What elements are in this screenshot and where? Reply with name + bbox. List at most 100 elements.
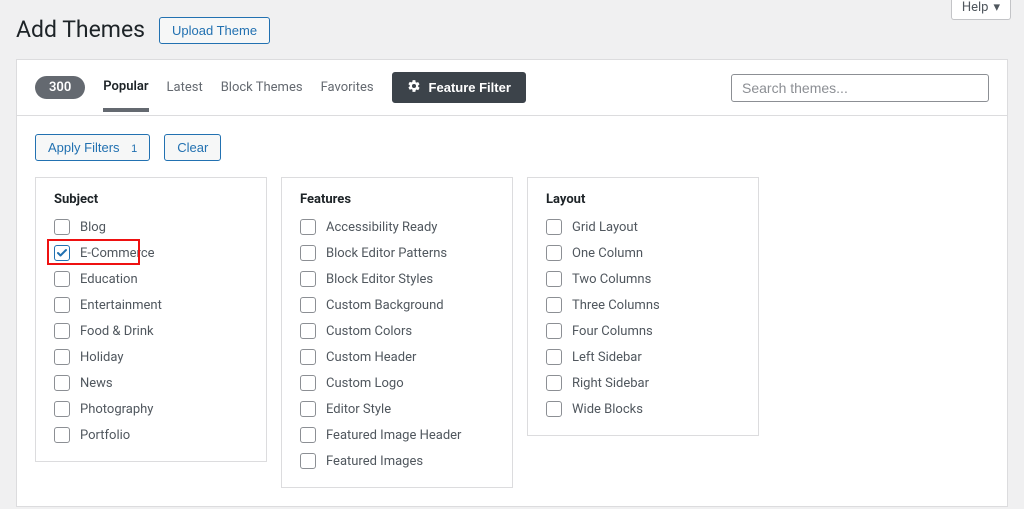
checkbox[interactable] [54,375,70,391]
filter-option-e-commerce[interactable]: E-Commerce [54,245,248,261]
checkbox[interactable] [546,349,562,365]
filter-option-custom-header[interactable]: Custom Header [300,349,494,365]
filter-option-label: E-Commerce [80,246,155,261]
filter-option-label: Custom Header [326,350,416,365]
filter-option-label: Wide Blocks [572,402,643,417]
tab-block-themes[interactable]: Block Themes [221,80,303,95]
tab-latest[interactable]: Latest [167,80,203,95]
filter-option-label: Education [80,272,138,287]
checkbox[interactable] [300,323,316,339]
filter-option-accessibility-ready[interactable]: Accessibility Ready [300,219,494,235]
checkbox[interactable] [546,245,562,261]
checkbox[interactable] [54,401,70,417]
filter-option-three-columns[interactable]: Three Columns [546,297,740,313]
checkbox[interactable] [300,297,316,313]
filter-option-education[interactable]: Education [54,271,248,287]
filter-option-custom-background[interactable]: Custom Background [300,297,494,313]
filter-option-wide-blocks[interactable]: Wide Blocks [546,401,740,417]
checkbox[interactable] [54,349,70,365]
upload-theme-button[interactable]: Upload Theme [159,17,270,44]
feature-filter-button[interactable]: Feature Filter [392,72,526,103]
filter-column-subject: Subject Blog E-Commerce Education Entertain… [35,177,267,462]
checkbox[interactable] [546,323,562,339]
filter-option-label: Custom Colors [326,324,412,339]
filter-option-label: Featured Images [326,454,423,469]
filter-option-left-sidebar[interactable]: Left Sidebar [546,349,740,365]
apply-filters-count: 1 [131,143,137,155]
checkbox[interactable] [300,375,316,391]
checkbox[interactable] [54,271,70,287]
checkbox[interactable] [54,297,70,313]
tab-favorites[interactable]: Favorites [321,80,374,95]
filter-option-right-sidebar[interactable]: Right Sidebar [546,375,740,391]
filter-option-holiday[interactable]: Holiday [54,349,248,365]
filter-option-custom-colors[interactable]: Custom Colors [300,323,494,339]
help-toggle[interactable]: Help ▾ [951,0,1011,20]
filter-option-label: Two Columns [572,272,651,287]
filter-column-layout: Layout Grid Layout One Column Two Columns T… [527,177,759,436]
checkbox[interactable] [54,245,70,261]
column-heading-layout: Layout [546,192,740,207]
checkbox[interactable] [54,427,70,443]
filter-option-four-columns[interactable]: Four Columns [546,323,740,339]
filter-option-label: Blog [80,220,106,235]
checkbox[interactable] [300,401,316,417]
help-label: Help [962,0,989,15]
filter-option-label: Block Editor Patterns [326,246,447,261]
filter-option-label: Grid Layout [572,220,638,235]
checkbox[interactable] [546,271,562,287]
filter-option-featured-image-header[interactable]: Featured Image Header [300,427,494,443]
filter-option-custom-logo[interactable]: Custom Logo [300,375,494,391]
checkbox[interactable] [300,245,316,261]
apply-filters-label: Apply Filters [48,140,120,155]
filter-option-grid-layout[interactable]: Grid Layout [546,219,740,235]
clear-filters-button[interactable]: Clear [164,134,221,161]
page-title: Add Themes [16,10,145,51]
filter-option-two-columns[interactable]: Two Columns [546,271,740,287]
checkbox[interactable] [54,323,70,339]
checkbox[interactable] [546,375,562,391]
filter-option-featured-images[interactable]: Featured Images [300,453,494,469]
filter-option-label: Left Sidebar [572,350,642,365]
filter-option-editor-style[interactable]: Editor Style [300,401,494,417]
filter-option-label: Custom Background [326,298,444,313]
search-input[interactable] [731,74,989,102]
checkbox[interactable] [300,349,316,365]
gear-icon [407,79,421,96]
filter-option-label: Block Editor Styles [326,272,433,287]
filter-bar: 300 Popular Latest Block Themes Favorite… [16,59,1008,116]
apply-filters-button[interactable]: Apply Filters 1 [35,134,150,161]
filter-option-label: Editor Style [326,402,391,417]
filter-option-label: News [80,376,113,391]
filter-option-one-column[interactable]: One Column [546,245,740,261]
filter-option-news[interactable]: News [54,375,248,391]
checkbox[interactable] [546,219,562,235]
column-heading-features: Features [300,192,494,207]
filter-option-blog[interactable]: Blog [54,219,248,235]
column-heading-subject: Subject [54,192,248,207]
filter-option-portfolio[interactable]: Portfolio [54,427,248,443]
result-count: 300 [35,76,85,99]
checkbox[interactable] [54,219,70,235]
filter-option-photography[interactable]: Photography [54,401,248,417]
filter-option-label: Custom Logo [326,376,404,391]
chevron-down-icon: ▾ [993,0,1000,15]
filter-option-label: Portfolio [80,428,130,443]
checkbox[interactable] [300,271,316,287]
checkbox[interactable] [300,453,316,469]
filter-option-food-drink[interactable]: Food & Drink [54,323,248,339]
tab-popular[interactable]: Popular [103,79,148,112]
filter-option-label: Three Columns [572,298,660,313]
checkbox[interactable] [546,401,562,417]
filter-option-label: Accessibility Ready [326,220,437,235]
checkbox[interactable] [300,219,316,235]
checkbox[interactable] [546,297,562,313]
feature-filter-label: Feature Filter [429,80,511,95]
checkbox[interactable] [300,427,316,443]
filter-option-label: Entertainment [80,298,162,313]
filter-option-label: Holiday [80,350,123,365]
filter-option-entertainment[interactable]: Entertainment [54,297,248,313]
filter-option-block-editor-patterns[interactable]: Block Editor Patterns [300,245,494,261]
filter-option-block-editor-styles[interactable]: Block Editor Styles [300,271,494,287]
filter-option-label: Four Columns [572,324,653,339]
